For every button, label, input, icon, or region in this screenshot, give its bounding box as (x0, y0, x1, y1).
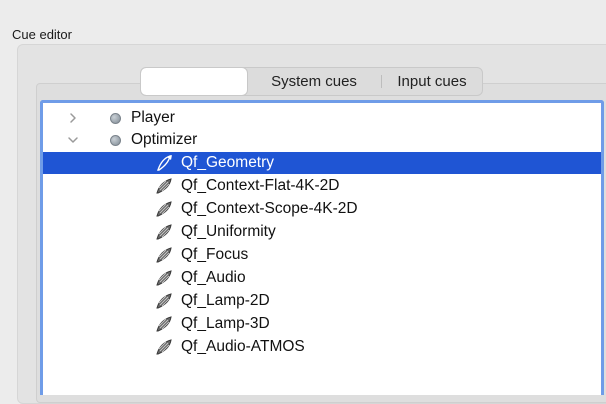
cue-icon (156, 293, 172, 309)
gray-dot-icon (110, 112, 121, 124)
cue-item-qf-audio[interactable]: Qf_Audio (43, 267, 601, 289)
cue-tree[interactable]: Player Optimizer Qf_Geometry Qf_Context-… (40, 100, 604, 395)
cue-item-qf-context-flat-4k-2d[interactable]: Qf_Context-Flat-4K-2D (43, 175, 601, 197)
cue-editor-window: Cue editor System cues Input cues Player… (0, 0, 606, 404)
cue-item-qf-focus[interactable]: Qf_Focus (43, 244, 601, 266)
cue-label: Qf_Audio (181, 269, 246, 286)
cue-label: Qf_Audio-ATMOS (181, 338, 305, 355)
cue-icon (157, 154, 172, 171)
cue-item-qf-context-scope-4k-2d[interactable]: Qf_Context-Scope-4K-2D (43, 198, 601, 220)
cue-label: Qf_Lamp-3D (181, 315, 270, 332)
chevron-right-icon[interactable] (66, 111, 80, 125)
cue-type-segmented-control: System cues Input cues (140, 67, 483, 96)
cue-icon (156, 339, 172, 355)
tree-group-label: Player (131, 109, 175, 126)
cue-icon (156, 247, 172, 263)
cue-item-qf-geometry[interactable]: Qf_Geometry (43, 152, 601, 174)
cue-label: Qf_Context-Scope-4K-2D (181, 200, 358, 217)
cue-item-qf-lamp-3d[interactable]: Qf_Lamp-3D (43, 313, 601, 335)
cue-label: Qf_Uniformity (181, 223, 276, 240)
cue-icon (156, 316, 172, 332)
tree-group-player[interactable]: Player (43, 107, 601, 129)
tab-system-cues[interactable]: System cues (247, 68, 381, 95)
cue-icon (156, 178, 172, 194)
cue-icon (156, 270, 172, 286)
cue-label: Qf_Lamp-2D (181, 292, 270, 309)
chevron-down-icon[interactable] (66, 133, 80, 147)
cue-label: Qf_Geometry (181, 154, 275, 171)
tab-blank[interactable] (141, 68, 247, 95)
cue-label: Qf_Focus (181, 246, 249, 263)
tab-input-cues[interactable]: Input cues (382, 68, 482, 95)
cue-item-qf-uniformity[interactable]: Qf_Uniformity (43, 221, 601, 243)
cue-icon (156, 201, 172, 217)
panel-title: Cue editor (12, 27, 72, 42)
cue-icon (156, 224, 172, 240)
cue-label: Qf_Context-Flat-4K-2D (181, 177, 340, 194)
tree-group-optimizer[interactable]: Optimizer (43, 129, 601, 151)
cue-item-qf-audio-atmos[interactable]: Qf_Audio-ATMOS (43, 336, 601, 358)
gray-dot-icon (110, 134, 121, 146)
tree-group-label: Optimizer (131, 131, 198, 148)
cue-item-qf-lamp-2d[interactable]: Qf_Lamp-2D (43, 290, 601, 312)
